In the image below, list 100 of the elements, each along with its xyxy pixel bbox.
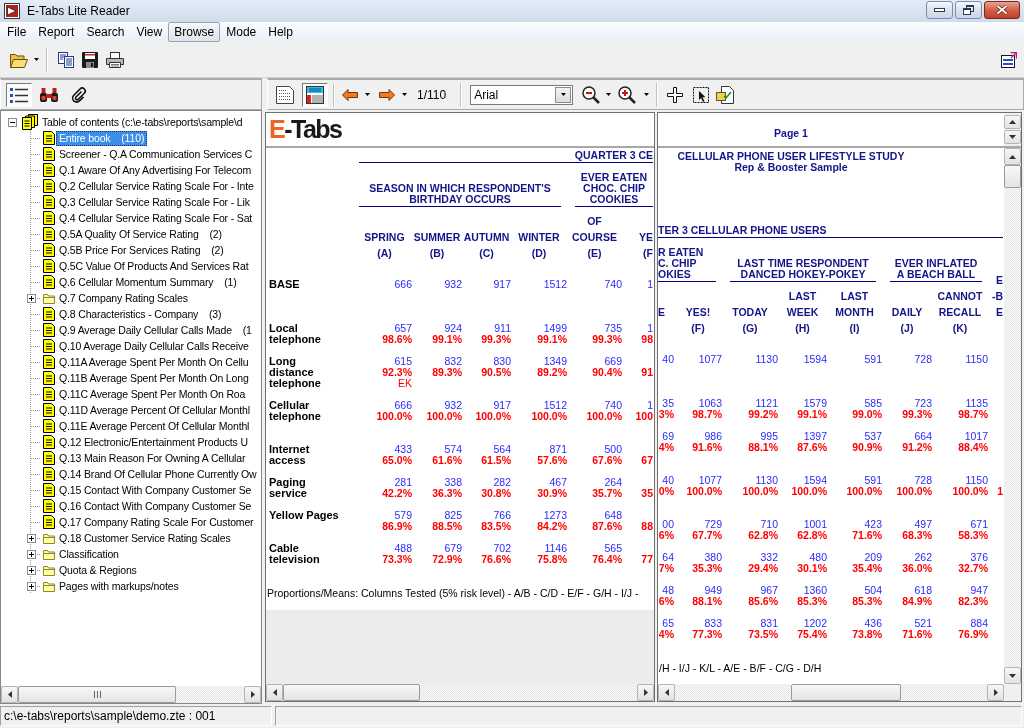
table-view-button[interactable] bbox=[302, 82, 328, 107]
select-area-icon[interactable] bbox=[693, 86, 710, 103]
scroll-left-button[interactable] bbox=[266, 684, 283, 701]
tree-item[interactable]: Q.15 Contact With Company Customer Se bbox=[56, 482, 255, 498]
close-button[interactable] bbox=[984, 1, 1020, 19]
expand-button[interactable] bbox=[27, 550, 36, 559]
scroll-thumb[interactable] bbox=[1004, 165, 1021, 188]
expand-button[interactable] bbox=[27, 294, 36, 303]
menu-item[interactable]: View bbox=[130, 22, 169, 42]
tree-item[interactable]: Q.3 Cellular Service Rating Scale For - Lik bbox=[56, 194, 253, 210]
right-triangle-icon bbox=[643, 689, 648, 696]
row-label: BASE bbox=[268, 279, 301, 290]
scroll-left-button[interactable] bbox=[1, 686, 18, 703]
scroll-right-button[interactable] bbox=[987, 684, 1004, 701]
expand-button[interactable] bbox=[27, 566, 36, 575]
cell-percent: 30.9% bbox=[537, 488, 567, 499]
contents-button[interactable] bbox=[6, 82, 32, 107]
tree-item[interactable]: Q.11B Average Spent Per Month On Long bbox=[56, 370, 252, 386]
page-icon bbox=[43, 483, 55, 497]
table-icon bbox=[306, 85, 324, 104]
tree-item[interactable]: Screener - Q.A Communication Services C bbox=[56, 146, 256, 162]
cell-percent: 85.3% bbox=[852, 596, 882, 607]
zoom-in-icon[interactable] bbox=[618, 85, 637, 104]
menu-item[interactable]: Report bbox=[32, 22, 81, 42]
tree-item[interactable]: Q.5C Value Of Products And Services Rat bbox=[56, 258, 252, 274]
scroll-up-button[interactable] bbox=[1004, 115, 1021, 129]
scroll-right-button[interactable] bbox=[244, 686, 261, 703]
scroll-thumb[interactable] bbox=[791, 684, 901, 701]
menu-item[interactable]: Search bbox=[80, 22, 131, 42]
caret-icon[interactable] bbox=[34, 58, 39, 61]
zoom-out-icon[interactable] bbox=[582, 85, 601, 104]
cell-count: 1512 bbox=[543, 400, 567, 411]
tree-item[interactable]: Q.18 Customer Service Rating Scales bbox=[56, 530, 234, 546]
cell-count: 917 bbox=[493, 279, 511, 290]
collapse-button[interactable] bbox=[8, 117, 17, 127]
font-select[interactable]: Arial bbox=[470, 84, 574, 105]
tree-item[interactable]: Q.5A Quality Of Service Rating (2) bbox=[56, 226, 225, 242]
cell-count: 504 bbox=[864, 585, 882, 596]
tree-item[interactable]: Q.1 Aware Of Any Advertising For Telecom bbox=[56, 162, 255, 178]
scroll-right-button[interactable] bbox=[637, 684, 654, 701]
expand-button[interactable] bbox=[27, 582, 36, 591]
tree-item[interactable]: Q.9 Average Daily Cellular Calls Made (1 bbox=[56, 322, 255, 338]
scroll-down-button[interactable] bbox=[1004, 667, 1021, 684]
tree-item[interactable]: Q.17 Company Rating Scale For Customer bbox=[56, 514, 257, 530]
scroll-down-button[interactable] bbox=[1004, 130, 1021, 144]
tree-item[interactable]: Q.16 Contact With Company Customer Se bbox=[56, 498, 255, 514]
back-arrow-icon[interactable] bbox=[342, 88, 358, 101]
tree-item[interactable]: Q.8 Characteristics - Company (3) bbox=[56, 306, 225, 322]
expand-button[interactable] bbox=[27, 534, 36, 543]
tree-item[interactable]: Q.2 Cellular Service Rating Scale For - Inte bbox=[56, 178, 257, 194]
caret-icon[interactable] bbox=[365, 93, 370, 96]
scroll-left-button[interactable] bbox=[658, 684, 675, 701]
caret-icon[interactable] bbox=[606, 93, 612, 96]
cell-percent: 67.6% bbox=[592, 455, 622, 466]
column-heading: AUTUMN (C) bbox=[462, 230, 511, 261]
dropdown-button[interactable] bbox=[555, 86, 572, 103]
row-label: Internet access bbox=[268, 444, 311, 466]
cell-percent: 98 bbox=[641, 334, 653, 345]
minimize-button[interactable] bbox=[926, 1, 953, 19]
tree-item[interactable]: Q.13 Main Reason For Owning A Cellular bbox=[56, 450, 249, 466]
menu-item[interactable]: File bbox=[1, 22, 33, 42]
cell-count: 1 bbox=[647, 400, 653, 411]
tree-item[interactable]: Q.10 Average Daily Cellular Calls Receive bbox=[56, 338, 252, 354]
tree-item[interactable]: Quota & Regions bbox=[56, 562, 140, 578]
cell-count: 423 bbox=[864, 519, 882, 530]
tree-item[interactable]: Q.6 Cellular Momentum Summary (1) bbox=[56, 274, 240, 290]
tree-item[interactable]: Classification bbox=[56, 546, 122, 562]
scroll-thumb[interactable] bbox=[18, 686, 176, 703]
row-label: Cable television bbox=[268, 543, 321, 565]
tree-item[interactable]: Q.11E Average Percent Of Cellular Monthl bbox=[56, 418, 253, 434]
tree-item[interactable]: Q.5B Price For Services Rating (2) bbox=[56, 242, 227, 258]
cross-icon[interactable] bbox=[667, 86, 684, 103]
tree-item[interactable]: Table of contents (c:\e-tabs\reports\sample\d bbox=[39, 114, 246, 130]
cell-percent: 4% bbox=[658, 442, 674, 453]
cell-count: 433 bbox=[394, 444, 412, 455]
caret-icon[interactable] bbox=[402, 93, 407, 96]
scroll-up-button[interactable] bbox=[1004, 148, 1021, 165]
tree-item[interactable]: Pages with markups/notes bbox=[56, 578, 182, 594]
tree-item[interactable]: Q.11C Average Spent Per Month On Roa bbox=[56, 386, 249, 402]
copy-icon[interactable] bbox=[58, 51, 74, 68]
open-folder-icon[interactable] bbox=[10, 51, 28, 68]
menu-item[interactable]: Help bbox=[262, 22, 299, 42]
cell-percent: 67 bbox=[641, 455, 653, 466]
tree-item[interactable]: Q.12 Electronic/Entertainment Products U bbox=[56, 434, 251, 450]
caret-icon[interactable] bbox=[644, 93, 650, 96]
cell-count: 1202 bbox=[803, 618, 827, 629]
tree-item[interactable]: Q.7 Company Rating Scales bbox=[56, 290, 191, 306]
print-icon[interactable] bbox=[106, 51, 124, 68]
restore-button[interactable] bbox=[955, 1, 982, 19]
tree-item[interactable]: Q.11D Average Percent Of Cellular Monthl bbox=[56, 402, 253, 418]
tree-item[interactable]: Q.14 Brand Of Cellular Phone Currently Ow bbox=[56, 466, 260, 482]
menu-item[interactable]: Mode bbox=[220, 22, 263, 42]
scroll-thumb[interactable] bbox=[283, 684, 420, 701]
tree-item[interactable]: Q.4 Cellular Service Rating Scale For - Sat bbox=[56, 210, 256, 226]
tree-item[interactable]: Q.11A Average Spent Per Month On Cellu bbox=[56, 354, 252, 370]
menu-item[interactable]: Browse bbox=[168, 22, 221, 42]
save-icon[interactable] bbox=[82, 51, 98, 68]
document-check-icon[interactable] bbox=[716, 85, 735, 104]
forward-arrow-icon[interactable] bbox=[379, 88, 395, 101]
cell-count: 1397 bbox=[803, 431, 827, 442]
